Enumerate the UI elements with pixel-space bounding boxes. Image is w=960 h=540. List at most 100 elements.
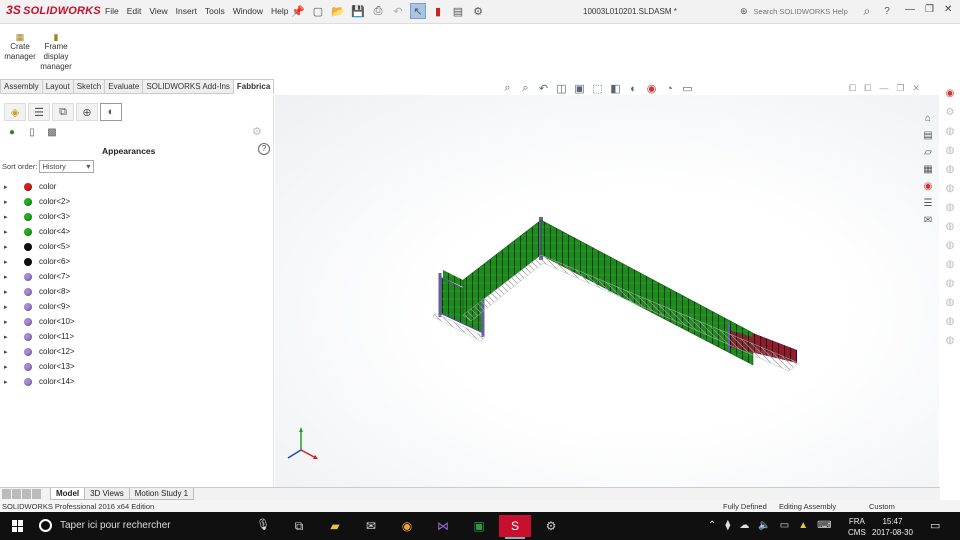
taskbar-search[interactable]: Taper ici pour rechercher: [39, 519, 171, 532]
appearances-scenes-icon[interactable]: ◉: [920, 180, 936, 193]
forum-icon[interactable]: ✉: [920, 214, 936, 227]
display-manager-icon[interactable]: ◐: [100, 103, 122, 121]
list-item[interactable]: ▸ color<2>: [4, 194, 75, 209]
view-triad[interactable]: [287, 427, 318, 459]
sort-order-select[interactable]: History: [39, 160, 95, 173]
menu-help[interactable]: Help: [271, 6, 288, 16]
previous-view-icon[interactable]: ↶: [536, 82, 551, 95]
property-manager-icon[interactable]: ☰: [28, 103, 50, 121]
menu-insert[interactable]: Insert: [176, 6, 197, 16]
network-icon[interactable]: ▭: [780, 520, 789, 531]
file-properties-icon[interactable]: ▤: [450, 3, 466, 19]
list-item[interactable]: ▸ color: [4, 179, 75, 194]
tool-icon-12[interactable]: ◍: [943, 314, 957, 328]
mail-app-icon[interactable]: ✉: [355, 515, 387, 537]
list-item[interactable]: ▸ color<13>: [4, 359, 75, 374]
section-view-icon[interactable]: ◫: [554, 82, 569, 95]
tool-icon-3[interactable]: ◍: [943, 143, 957, 157]
close-icon[interactable]: ✕: [944, 4, 952, 15]
scene-icon[interactable]: ▩: [44, 125, 60, 140]
list-item[interactable]: ▸ color<5>: [4, 239, 75, 254]
tool-icon-6[interactable]: ◍: [943, 200, 957, 214]
tab-3d-views[interactable]: 3D Views: [84, 488, 130, 500]
last-tab-arrow-icon[interactable]: [32, 489, 41, 499]
tool-icon-7[interactable]: ◍: [943, 219, 957, 233]
menu-tools[interactable]: Tools: [205, 6, 225, 16]
hide-show-icon[interactable]: ◐: [626, 83, 641, 95]
onedrive-icon[interactable]: ☁: [739, 520, 749, 531]
tool-icon-4[interactable]: ◍: [943, 162, 957, 176]
print-icon[interactable]: ⎙: [370, 3, 386, 19]
panel-help-icon[interactable]: ?: [258, 143, 270, 155]
tab-assembly[interactable]: Assembly: [0, 79, 43, 94]
list-item[interactable]: ▸ color<12>: [4, 344, 75, 359]
rebuild-icon[interactable]: ▮: [430, 3, 446, 19]
crate-manager-button[interactable]: ▦ Crate manager: [2, 32, 38, 62]
expand-arrow-icon[interactable]: ▸: [4, 243, 14, 251]
tray-expand-icon[interactable]: ⌃: [708, 520, 716, 531]
options-gear-icon[interactable]: ⚙: [470, 3, 486, 19]
panel-options-icon[interactable]: ⚙: [252, 125, 262, 138]
expand-arrow-icon[interactable]: ▸: [4, 183, 14, 191]
home-icon[interactable]: ⌂: [920, 112, 936, 125]
file-explorer-icon[interactable]: ▱: [920, 146, 936, 159]
solidworks-resources-icon[interactable]: ◉: [943, 86, 957, 100]
file-explorer-app-icon[interactable]: ▰: [319, 515, 351, 537]
task-view-icon[interactable]: ⧉: [283, 515, 315, 537]
menu-edit[interactable]: Edit: [127, 6, 142, 16]
tab-sketch[interactable]: Sketch: [73, 79, 106, 94]
expand-arrow-icon[interactable]: ▸: [4, 288, 14, 296]
expand-arrow-icon[interactable]: ▸: [4, 258, 14, 266]
next-tab-arrow-icon[interactable]: [22, 489, 31, 499]
menu-view[interactable]: View: [149, 6, 167, 16]
feature-manager-icon[interactable]: ◈: [4, 103, 26, 121]
list-item[interactable]: ▸ color<14>: [4, 374, 75, 389]
menu-window[interactable]: Window: [233, 6, 263, 16]
tool-icon-5[interactable]: ◍: [943, 181, 957, 195]
chrome-app-icon[interactable]: ◉: [391, 515, 423, 537]
apply-scene-icon[interactable]: ◔: [662, 83, 677, 95]
keyboard-icon[interactable]: ⌨: [817, 520, 831, 531]
edit-appearance-icon[interactable]: ◉: [644, 82, 659, 95]
expand-arrow-icon[interactable]: ▸: [4, 378, 14, 386]
search-icon[interactable]: ⌕: [864, 4, 871, 19]
list-item[interactable]: ▸ color<10>: [4, 314, 75, 329]
undo-icon[interactable]: ↶: [390, 3, 406, 19]
expand-arrow-icon[interactable]: ▸: [4, 318, 14, 326]
viewport-expand-icon[interactable]: ⧠: [849, 83, 856, 94]
tool-icon-11[interactable]: ◍: [943, 295, 957, 309]
graphics-area[interactable]: [275, 95, 939, 487]
tool-icon-13[interactable]: ◍: [943, 333, 957, 347]
clock[interactable]: 15:47 2017-08-30: [872, 516, 913, 538]
tool-icon-1[interactable]: ⚙: [943, 105, 957, 119]
help-menu-icon[interactable]: ?: [884, 6, 890, 17]
tab-fabbrica[interactable]: Fabbrica: [233, 79, 275, 94]
expand-arrow-icon[interactable]: ▸: [4, 348, 14, 356]
other-app-icon[interactable]: ⚙: [535, 515, 567, 537]
visual-studio-app-icon[interactable]: ⋈: [427, 515, 459, 537]
viewport-close-icon[interactable]: ✕: [912, 83, 920, 94]
drive-icon[interactable]: ▲: [798, 520, 808, 531]
decals-icon[interactable]: ▯: [24, 125, 40, 140]
microphone-icon[interactable]: 🎙: [256, 518, 270, 531]
list-item[interactable]: ▸ color<7>: [4, 269, 75, 284]
configuration-manager-icon[interactable]: ⧉: [52, 103, 74, 121]
restore-icon[interactable]: ❐: [925, 4, 934, 15]
list-item[interactable]: ▸ color<9>: [4, 299, 75, 314]
tab-evaluate[interactable]: Evaluate: [105, 79, 144, 94]
excel-app-icon[interactable]: ▣: [463, 515, 495, 537]
solidworks-app-icon[interactable]: S: [499, 515, 531, 539]
tool-icon-9[interactable]: ◍: [943, 257, 957, 271]
dropbox-icon[interactable]: ⧫: [725, 520, 730, 531]
pin-icon[interactable]: 📌: [290, 3, 306, 19]
expand-arrow-icon[interactable]: ▸: [4, 228, 14, 236]
tool-icon-10[interactable]: ◍: [943, 276, 957, 290]
search-input[interactable]: [751, 4, 860, 19]
prev-tab-arrow-icon[interactable]: [12, 489, 21, 499]
list-item[interactable]: ▸ color<11>: [4, 329, 75, 344]
list-item[interactable]: ▸ color<3>: [4, 209, 75, 224]
tool-icon-8[interactable]: ◍: [943, 238, 957, 252]
expand-arrow-icon[interactable]: ▸: [4, 333, 14, 341]
minimize-icon[interactable]: —: [905, 4, 915, 15]
user-help-icon[interactable]: ⊛: [740, 6, 748, 17]
